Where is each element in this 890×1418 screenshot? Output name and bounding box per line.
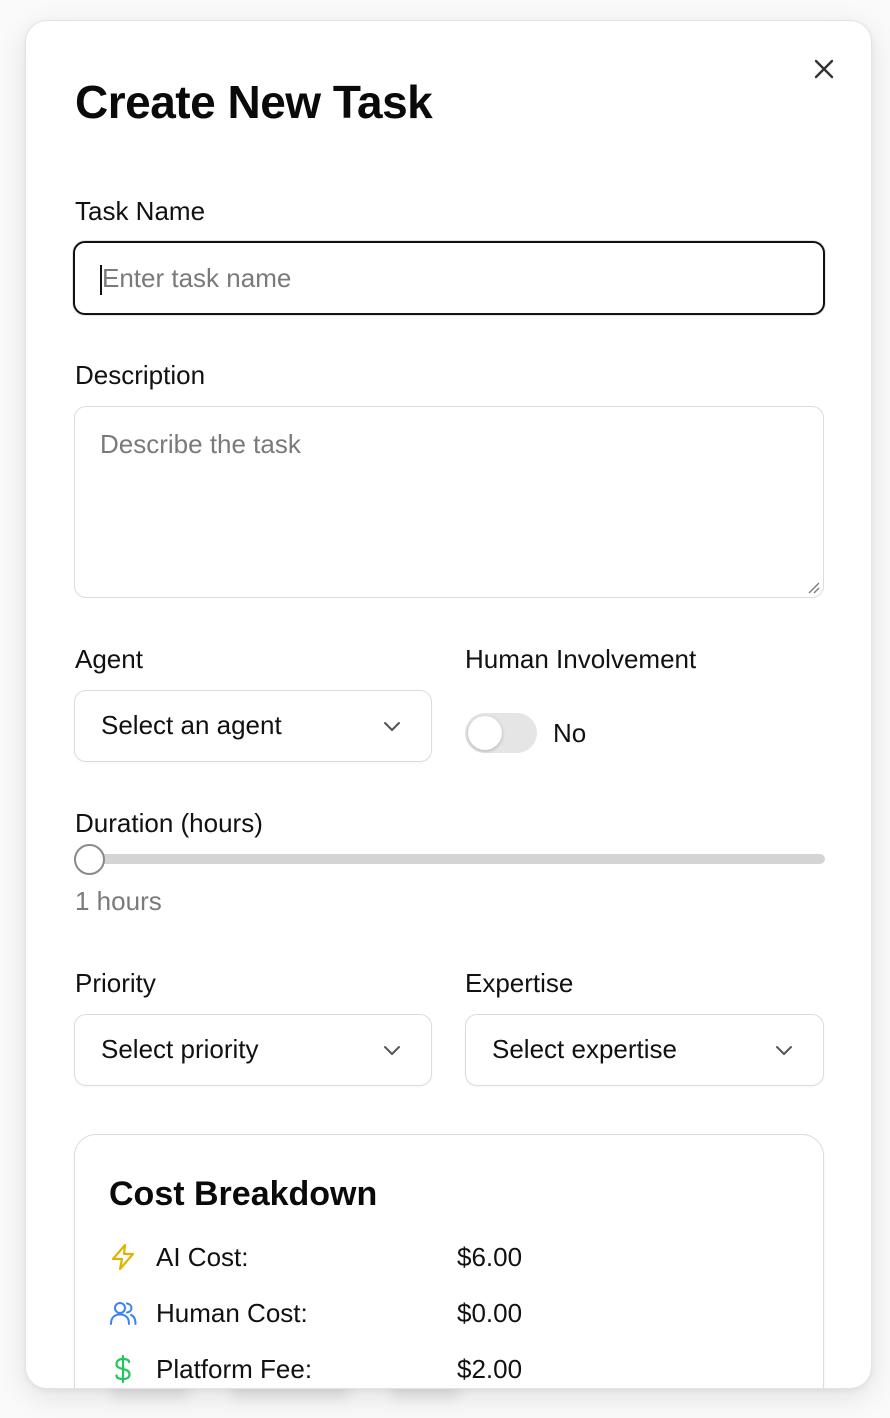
agent-select-value: Select an agent <box>101 710 282 740</box>
description-label: Description <box>75 360 206 390</box>
close-button[interactable] <box>810 55 838 83</box>
task-name-placeholder: Enter task name <box>102 263 292 293</box>
chevron-down-icon <box>776 1046 792 1055</box>
users-icon <box>110 1302 137 1325</box>
duration-label: Duration (hours) <box>75 808 263 838</box>
task-name-input[interactable]: Enter task name <box>73 241 825 315</box>
duration-value: 1 hours <box>75 886 162 916</box>
description-placeholder: Describe the task <box>100 429 301 459</box>
expertise-label: Expertise <box>465 968 574 998</box>
priority-select-value: Select priority <box>101 1034 259 1064</box>
resize-handle-icon[interactable] <box>806 580 820 594</box>
expertise-select[interactable]: Select expertise <box>465 1014 824 1086</box>
priority-select[interactable]: Select priority <box>74 1014 432 1086</box>
close-icon <box>814 59 834 79</box>
human-involvement-state: No <box>553 718 587 748</box>
agent-label: Agent <box>75 644 143 674</box>
create-task-dialog: Create New Task Task Name Enter task nam… <box>25 20 872 1389</box>
cost-breakdown-title: Cost Breakdown <box>109 1175 378 1213</box>
cost-breakdown-card: Cost Breakdown AI Cost: $6.00 Human Cost… <box>74 1134 824 1388</box>
expertise-select-value: Select expertise <box>492 1034 677 1064</box>
cost-value: $2.00 <box>457 1354 523 1384</box>
agent-select[interactable]: Select an agent <box>74 690 432 762</box>
chevron-down-icon <box>384 722 400 731</box>
lightning-icon <box>111 1243 135 1271</box>
dialog-title: Create New Task <box>75 76 433 128</box>
task-name-label: Task Name <box>75 196 206 226</box>
duration-slider-thumb[interactable] <box>74 844 105 875</box>
cost-row-ai: AI Cost: $6.00 <box>108 1240 808 1276</box>
cost-value: $0.00 <box>457 1298 523 1328</box>
cost-row-platform: Platform Fee: $2.00 <box>108 1352 808 1388</box>
cost-label: Platform Fee: <box>156 1354 313 1384</box>
chevron-down-icon <box>384 1046 400 1055</box>
cost-row-human: Human Cost: $0.00 <box>108 1296 808 1332</box>
dollar-icon <box>115 1354 131 1384</box>
toggle-knob <box>468 716 502 750</box>
cost-label: AI Cost: <box>156 1242 249 1272</box>
description-textarea[interactable]: Describe the task <box>74 406 824 598</box>
priority-label: Priority <box>75 968 156 998</box>
human-involvement-label: Human Involvement <box>465 644 697 674</box>
human-involvement-toggle[interactable] <box>465 713 537 753</box>
duration-slider-track[interactable] <box>89 854 825 864</box>
cost-label: Human Cost: <box>156 1298 308 1328</box>
cost-value: $6.00 <box>457 1242 523 1272</box>
